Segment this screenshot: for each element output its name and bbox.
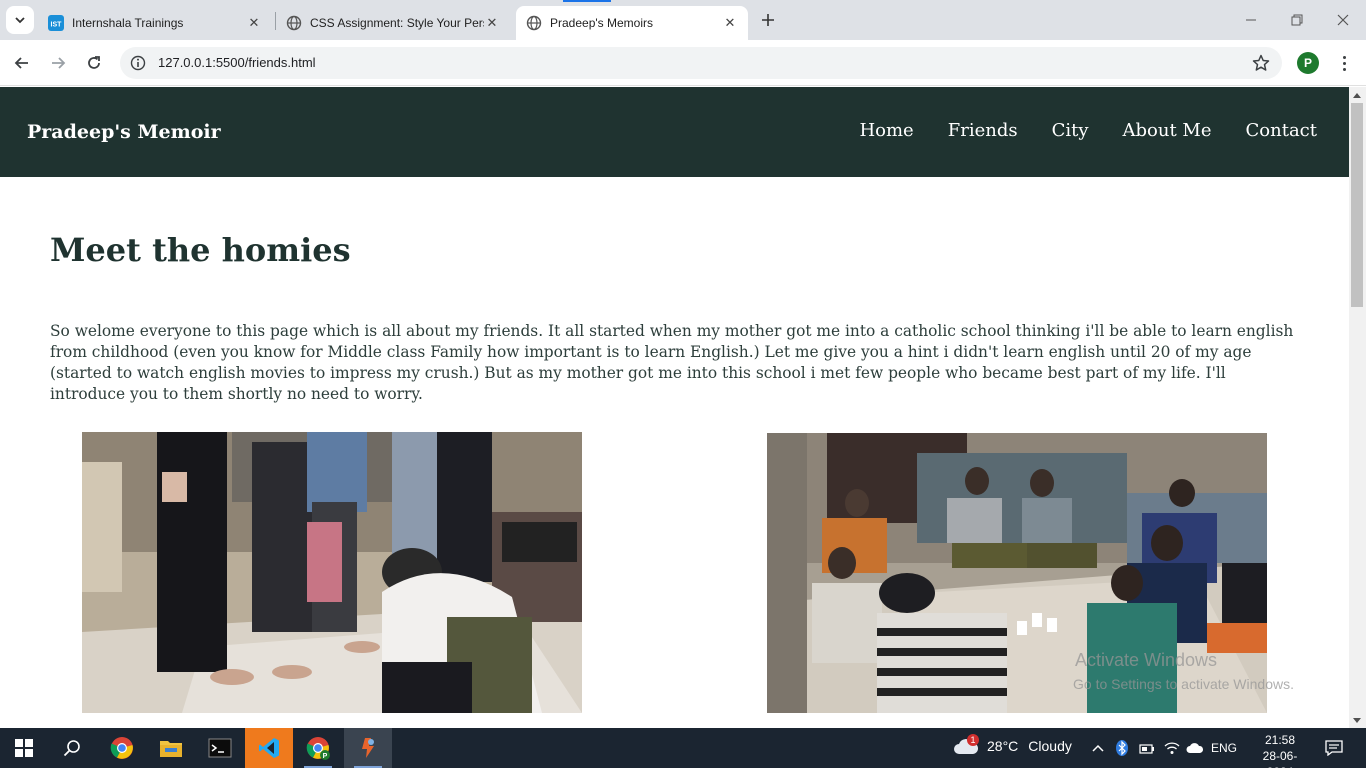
chevron-down-icon <box>15 17 25 24</box>
nav-home[interactable]: Home <box>859 120 913 141</box>
site-header: Pradeep's Memoir Home Friends City About… <box>0 87 1349 177</box>
notification-icon <box>1325 740 1343 756</box>
taskbar-chrome-profile[interactable]: P <box>294 728 342 768</box>
site-brand[interactable]: Pradeep's Memoir <box>27 121 221 143</box>
restore-button[interactable] <box>1274 0 1320 40</box>
minimize-icon <box>1246 19 1256 21</box>
tab-title: Internshala Trainings <box>72 16 184 30</box>
chrome-icon <box>110 737 133 759</box>
tab-strip: IST Internshala Trainings ✕ CSS Assignme… <box>0 0 1366 40</box>
chrome-profile-icon: P <box>306 737 330 760</box>
bluetooth-icon <box>1116 740 1128 756</box>
profile-avatar[interactable]: P <box>1297 52 1319 74</box>
onedrive-tray[interactable] <box>1184 728 1206 768</box>
vscode-icon <box>259 738 279 758</box>
arrow-left-icon <box>14 57 28 69</box>
friends-photo-2 <box>767 433 1267 714</box>
activate-windows-hint: Go to Settings to activate Windows. <box>1073 676 1294 692</box>
browser-toolbar: 127.0.0.1:5500/friends.html P <box>0 40 1366 86</box>
clock-time: 21:58 <box>1264 733 1296 747</box>
taskbar-vscode[interactable] <box>245 728 293 768</box>
new-tab-button[interactable] <box>756 8 780 32</box>
windows-logo-icon <box>15 739 33 757</box>
reload-icon <box>88 56 100 69</box>
language-indicator[interactable]: ENG <box>1208 728 1240 768</box>
taskbar-file-explorer[interactable] <box>147 728 195 768</box>
back-button[interactable] <box>8 49 36 77</box>
globe-icon <box>286 15 302 31</box>
url-text[interactable]: 127.0.0.1:5500/friends.html <box>158 55 316 70</box>
close-icon[interactable]: ✕ <box>722 15 738 31</box>
wifi-tray[interactable] <box>1161 728 1183 768</box>
app-icon <box>362 738 374 758</box>
notification-center-button[interactable] <box>1320 728 1348 768</box>
close-icon <box>1337 14 1349 26</box>
nav-friends[interactable]: Friends <box>948 120 1018 141</box>
tab-css-assignment[interactable]: CSS Assignment: Style Your Pers ✕ <box>276 6 510 40</box>
forward-button[interactable] <box>44 49 72 77</box>
tab-title: CSS Assignment: Style Your Pers <box>310 16 484 30</box>
vertical-scrollbar[interactable] <box>1349 87 1366 728</box>
scroll-up-arrow-icon[interactable] <box>1353 93 1361 98</box>
search-button[interactable] <box>48 728 96 768</box>
tab-pradeeps-memoirs[interactable]: Pradeep's Memoirs ✕ <box>516 6 748 40</box>
weather-description: Cloudy <box>1028 738 1072 754</box>
restore-icon <box>1291 14 1303 26</box>
taskbar-app[interactable] <box>344 728 392 768</box>
system-clock[interactable]: 21:58 28-06-2024 <box>1252 732 1308 768</box>
page-title: Meet the homies <box>50 231 351 269</box>
address-bar[interactable]: 127.0.0.1:5500/friends.html <box>120 47 1282 79</box>
folder-icon <box>160 741 182 757</box>
chevron-up-icon <box>1092 744 1104 752</box>
battery-icon <box>1139 744 1154 754</box>
info-icon[interactable] <box>130 55 146 71</box>
close-icon[interactable]: ✕ <box>484 15 500 31</box>
tab-title: Pradeep's Memoirs <box>550 16 653 30</box>
reload-button[interactable] <box>80 49 108 77</box>
friends-photo-1 <box>82 432 582 713</box>
tab-loading-indicator <box>563 0 611 2</box>
wifi-icon <box>1164 742 1180 754</box>
scroll-down-arrow-icon[interactable] <box>1353 718 1361 723</box>
taskbar-terminal[interactable] <box>196 728 244 768</box>
activate-windows-watermark: Activate Windows <box>1075 650 1218 670</box>
svg-text:IST: IST <box>51 22 63 29</box>
weather-temperature: 28°C <box>987 738 1019 754</box>
plus-icon <box>762 14 774 26</box>
svg-text:P: P <box>323 753 328 760</box>
internshala-favicon-icon: IST <box>48 15 64 31</box>
close-icon[interactable]: ✕ <box>246 15 262 31</box>
tab-internshala[interactable]: IST Internshala Trainings ✕ <box>38 6 272 40</box>
scroll-thumb[interactable] <box>1351 103 1363 307</box>
browser-menu-icon[interactable] <box>1336 51 1352 75</box>
tab-search-button[interactable] <box>6 6 34 34</box>
start-button[interactable] <box>0 728 48 768</box>
intro-paragraph: So welome everyone to this page which is… <box>50 322 1294 403</box>
search-icon <box>63 740 80 757</box>
page-viewport: Pradeep's Memoir Home Friends City About… <box>0 87 1366 728</box>
nav-city[interactable]: City <box>1052 120 1089 141</box>
clock-date: 28-06-2024 <box>1262 749 1298 768</box>
globe-icon <box>526 15 542 31</box>
site-nav: Home Friends City About Me Contact <box>859 120 1317 141</box>
cloud-icon <box>1186 743 1204 753</box>
arrow-right-icon <box>52 57 66 69</box>
tray-overflow-button[interactable] <box>1088 728 1108 768</box>
minimize-button[interactable] <box>1228 0 1274 40</box>
weather-widget[interactable]: 1 28°C Cloudy <box>953 734 1072 756</box>
bluetooth-tray[interactable] <box>1113 728 1131 768</box>
nav-about-me[interactable]: About Me <box>1123 120 1212 141</box>
battery-tray[interactable] <box>1136 728 1158 768</box>
weather-badge: 1 <box>967 734 979 746</box>
bookmark-star-icon[interactable] <box>1252 54 1270 72</box>
taskbar-chrome[interactable] <box>98 728 146 768</box>
nav-contact[interactable]: Contact <box>1246 120 1317 141</box>
close-window-button[interactable] <box>1320 0 1366 40</box>
windows-taskbar: P 1 28°C Cloudy ENG 21:58 28-06-2024 <box>0 728 1366 768</box>
terminal-icon <box>208 738 232 758</box>
